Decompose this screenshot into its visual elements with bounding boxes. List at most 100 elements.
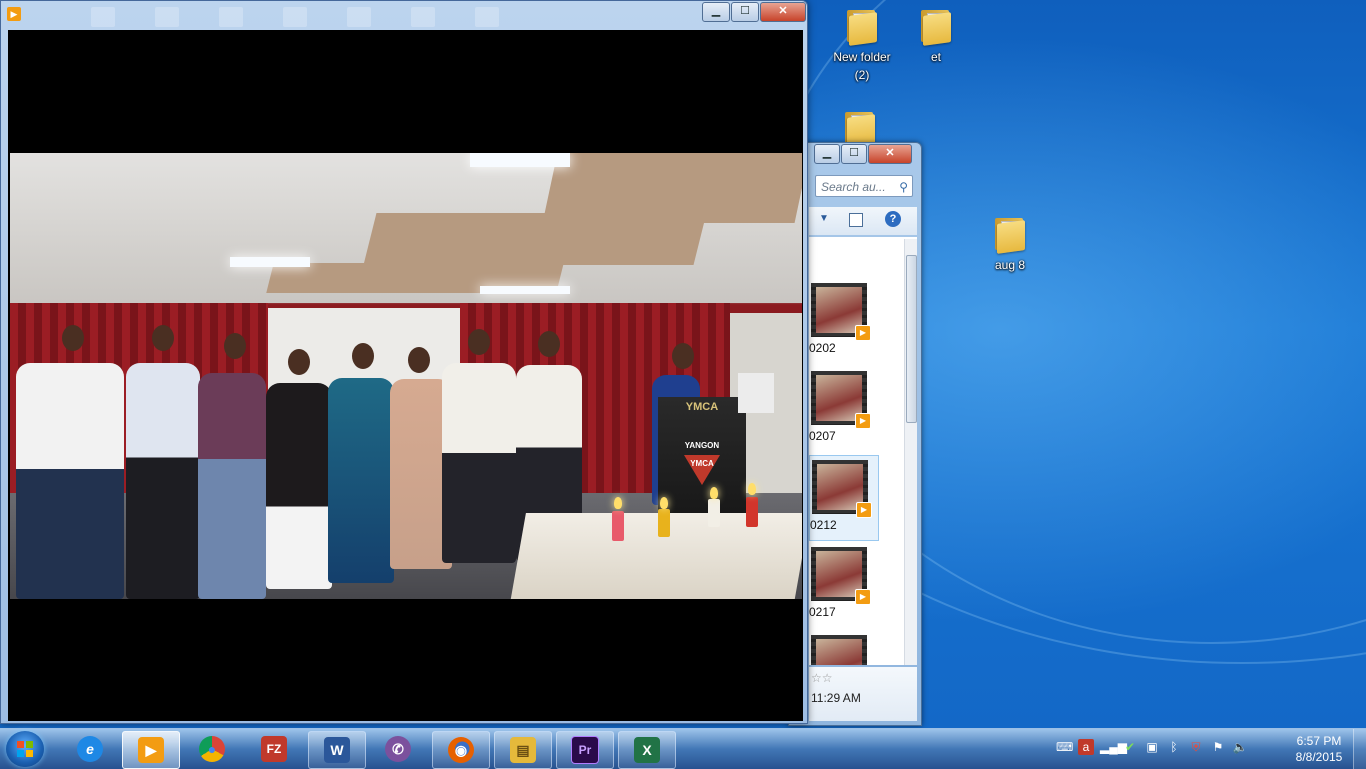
podium-logo-text: YANGON bbox=[684, 441, 720, 450]
scrollbar-thumb[interactable] bbox=[906, 255, 917, 423]
taskbar-media-player-button[interactable]: ▶ bbox=[122, 731, 180, 769]
folder-icon bbox=[993, 216, 1027, 254]
chrome-icon: ● bbox=[199, 736, 225, 762]
clock[interactable]: 6:57 PM 8/8/2015 bbox=[1284, 733, 1354, 765]
volume-icon[interactable]: 🔈 bbox=[1232, 739, 1248, 755]
folder-icon bbox=[843, 110, 877, 144]
person-head bbox=[224, 333, 246, 359]
desktop-icon-label: New folder bbox=[833, 50, 891, 64]
candle-flame bbox=[660, 497, 668, 509]
explorer-toolbar: ▼ ? bbox=[809, 207, 917, 235]
folder-icon bbox=[919, 8, 953, 46]
title-bar-reflection bbox=[91, 7, 499, 27]
explorer-maximize-button[interactable]: ☐ bbox=[841, 144, 867, 164]
usb-device-icon[interactable]: ▣ bbox=[1144, 739, 1160, 755]
start-button[interactable] bbox=[6, 731, 44, 767]
clock-time: 6:57 PM bbox=[1296, 734, 1342, 748]
filezilla-icon: FZ bbox=[261, 736, 287, 762]
desktop: New folder (2) et aug 8 ▁ ☐ ✕ Search au.… bbox=[0, 0, 1366, 728]
explorer-close-button[interactable]: ✕ bbox=[868, 144, 912, 164]
action-center-flag-icon[interactable]: ⚑ bbox=[1210, 739, 1226, 755]
clock-date: 8/8/2015 bbox=[1295, 750, 1343, 764]
candle bbox=[746, 497, 758, 527]
folder-icon bbox=[845, 8, 879, 46]
person-head bbox=[352, 343, 374, 369]
explorer-caption-buttons: ▁ ☐ ✕ bbox=[813, 144, 912, 164]
bluetooth-icon[interactable]: ᛒ bbox=[1166, 739, 1182, 755]
help-icon[interactable]: ? bbox=[885, 211, 901, 227]
list-item[interactable]: ▶ 0217 bbox=[809, 543, 879, 629]
keyboard-icon[interactable]: ⌨ bbox=[1056, 739, 1073, 755]
details-time: 11:29 AM bbox=[811, 691, 861, 705]
view-dropdown-chevron-icon[interactable]: ▼ bbox=[819, 213, 829, 224]
taskbar-filezilla-button[interactable]: FZ bbox=[246, 731, 302, 767]
list-item[interactable]: ▶ 0202 bbox=[809, 279, 879, 365]
desktop-icon-label: (2) bbox=[854, 68, 870, 82]
video-thumbnail bbox=[811, 635, 867, 665]
player-minimize-button[interactable]: ▁ bbox=[702, 2, 730, 22]
explorer-minimize-button[interactable]: ▁ bbox=[814, 144, 840, 164]
explorer-search-input[interactable]: Search au... ⚲ bbox=[815, 175, 913, 197]
ceiling-light bbox=[470, 153, 570, 167]
air-conditioner bbox=[738, 373, 774, 413]
play-badge-icon: ▶ bbox=[855, 325, 871, 341]
file-name: 0217 bbox=[809, 605, 836, 619]
podium-logo-text: YMCA bbox=[690, 459, 714, 468]
taskbar-chrome-button[interactable]: ● bbox=[184, 731, 240, 767]
candle-flame bbox=[710, 487, 718, 499]
candle-table bbox=[510, 513, 802, 599]
taskbar-explorer-button[interactable]: ▤ bbox=[494, 731, 552, 769]
show-desktop-button[interactable] bbox=[1353, 729, 1366, 769]
preview-pane-icon[interactable] bbox=[849, 213, 863, 227]
explorer-window: ▁ ☐ ✕ Search au... ⚲ ▼ ? ▶ 0202 ▶ 0207 ▶… bbox=[788, 142, 922, 726]
video-thumbnail: ▶ bbox=[811, 371, 871, 429]
folder-icon: ▤ bbox=[510, 737, 536, 763]
explorer-file-list: ▶ 0202 ▶ 0207 ▶ 0212 ▶ 0217 bbox=[809, 237, 917, 665]
media-player-icon: ▶ bbox=[7, 7, 21, 21]
player-close-button[interactable]: ✕ bbox=[760, 2, 806, 22]
desktop-icon-aug-8[interactable]: aug 8 bbox=[972, 216, 1048, 274]
ceiling-light bbox=[480, 286, 570, 294]
network-signal-icon[interactable]: ▂▄▆ bbox=[1100, 739, 1127, 755]
ceiling-light bbox=[230, 257, 310, 267]
rating-stars[interactable]: ☆☆ bbox=[811, 671, 833, 685]
person-head bbox=[408, 347, 430, 373]
desktop-icon-partial[interactable] bbox=[822, 110, 898, 144]
list-item[interactable]: ▶ 0207 bbox=[809, 367, 879, 453]
file-name: 0212 bbox=[810, 518, 837, 532]
video-display[interactable]: YMCA YANGON YMCA bbox=[8, 30, 803, 721]
person bbox=[266, 383, 332, 589]
premiere-icon: Pr bbox=[571, 736, 599, 764]
desktop-icon-new-folder-2[interactable]: New folder (2) bbox=[824, 8, 900, 84]
candle bbox=[658, 509, 670, 537]
candle bbox=[708, 499, 720, 527]
ceiling-panel bbox=[363, 213, 707, 265]
video-thumbnail: ▶ bbox=[812, 460, 872, 518]
explorer-scrollbar[interactable] bbox=[904, 239, 917, 665]
player-maximize-button[interactable]: ☐ bbox=[731, 2, 759, 22]
media-player-icon: ▶ bbox=[138, 737, 164, 763]
taskbar-premiere-button[interactable]: Pr bbox=[556, 731, 614, 769]
video-thumbnail: ▶ bbox=[811, 283, 871, 341]
video-frame: YMCA YANGON YMCA bbox=[10, 153, 802, 599]
sync-check-icon[interactable]: ✔ bbox=[1122, 739, 1138, 755]
desktop-icon-et[interactable]: et bbox=[898, 8, 974, 66]
search-icon[interactable]: ⚲ bbox=[899, 176, 908, 198]
candle bbox=[612, 511, 624, 541]
media-player-window: ▶ ▁ ☐ ✕ YMCA YANGON YMCA bbox=[0, 0, 808, 724]
person-head bbox=[288, 349, 310, 375]
system-tray: ⌨ a ▂▄▆ ✔ ▣ ᛒ ⛨ ⚑ 🔈 bbox=[1056, 739, 1248, 755]
play-badge-icon: ▶ bbox=[855, 413, 871, 429]
person-head bbox=[152, 325, 174, 351]
taskbar-ie-button[interactable]: e bbox=[62, 731, 118, 767]
taskbar-excel-button[interactable]: X bbox=[618, 731, 676, 769]
play-badge-icon: ▶ bbox=[856, 502, 872, 518]
shield-icon[interactable]: ⛨ bbox=[1188, 739, 1204, 755]
taskbar-firefox-button[interactable]: ◉ bbox=[432, 731, 490, 769]
antivirus-icon[interactable]: a bbox=[1078, 739, 1094, 755]
taskbar-word-button[interactable]: W bbox=[308, 731, 366, 769]
word-icon: W bbox=[324, 737, 350, 763]
list-item-selected[interactable]: ▶ 0212 bbox=[809, 455, 879, 541]
taskbar-viber-button[interactable]: ✆ bbox=[370, 731, 426, 767]
list-item[interactable] bbox=[809, 631, 879, 665]
